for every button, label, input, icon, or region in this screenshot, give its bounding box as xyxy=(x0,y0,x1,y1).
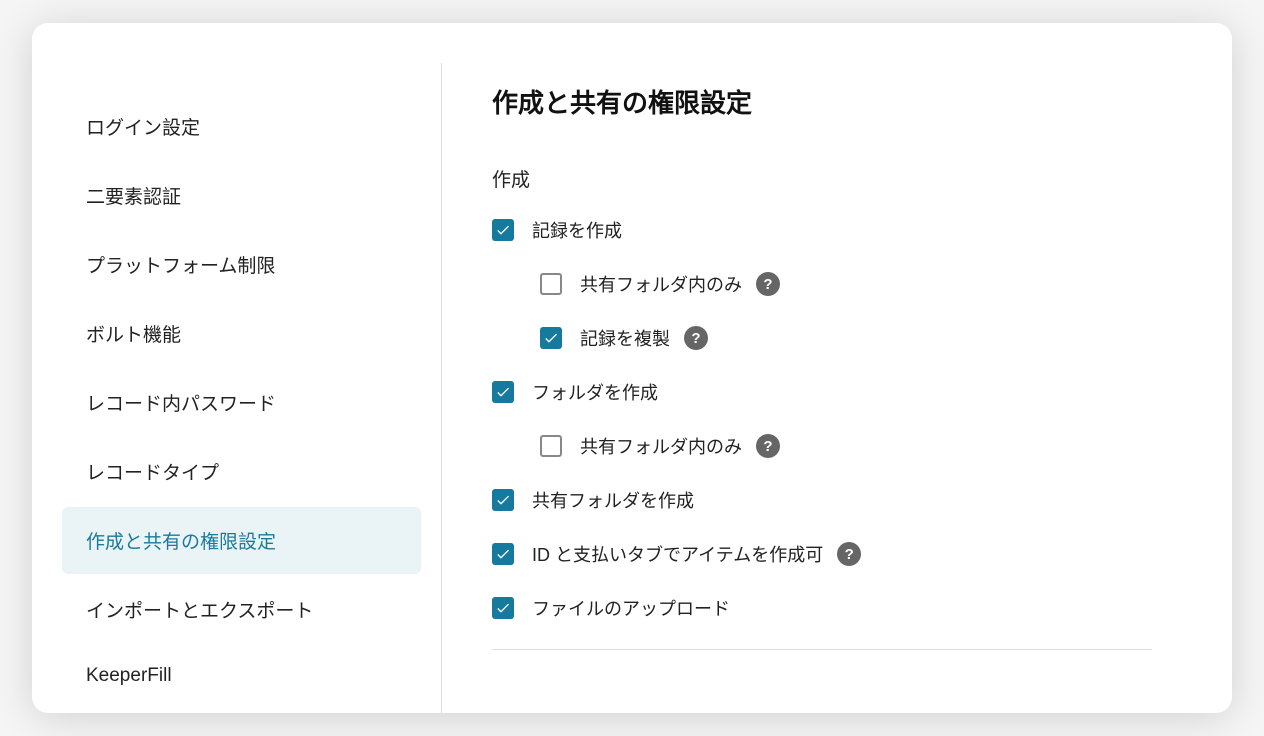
help-icon[interactable]: ? xyxy=(684,326,708,350)
sidebar-item-two-factor[interactable]: 二要素認証 xyxy=(62,162,421,229)
sidebar-item-import-export[interactable]: インポートとエクスポート xyxy=(62,576,421,643)
check-icon xyxy=(495,384,511,400)
sidebar: ログイン設定 二要素認証 プラットフォーム制限 ボルト機能 レコード内パスワード… xyxy=(62,63,442,713)
check-icon xyxy=(495,546,511,562)
option-create-shared-folder: 共有フォルダを作成 xyxy=(492,487,1152,513)
option-create-record: 記録を作成 xyxy=(492,217,1152,243)
page-title: 作成と共有の権限設定 xyxy=(492,83,1152,120)
option-create-id-payment: ID と支払いタブでアイテムを作成可 ? xyxy=(492,541,1152,567)
help-icon[interactable]: ? xyxy=(756,434,780,458)
checkbox-create-record[interactable] xyxy=(492,219,514,241)
check-icon xyxy=(543,330,559,346)
checkbox-shared-folder-only-1[interactable] xyxy=(540,273,562,295)
label-shared-folder-only-2: 共有フォルダ内のみ xyxy=(580,433,742,459)
checkbox-create-folder[interactable] xyxy=(492,381,514,403)
checkbox-create-shared-folder[interactable] xyxy=(492,489,514,511)
checkbox-create-id-payment[interactable] xyxy=(492,543,514,565)
option-shared-folder-only-1: 共有フォルダ内のみ ? xyxy=(540,271,1152,297)
section-label-create: 作成 xyxy=(492,165,1152,192)
label-create-record: 記録を作成 xyxy=(532,217,622,243)
sidebar-item-login-settings[interactable]: ログイン設定 xyxy=(62,93,421,160)
option-shared-folder-only-2: 共有フォルダ内のみ ? xyxy=(540,433,1152,459)
checkbox-file-upload[interactable] xyxy=(492,597,514,619)
check-icon xyxy=(495,600,511,616)
label-create-folder: フォルダを作成 xyxy=(532,379,658,405)
sidebar-item-keeperfill[interactable]: KeeperFill xyxy=(62,645,421,707)
main-content: 作成と共有の権限設定 作成 記録を作成 共有フォルダ内のみ ? 記録を複製 ? … xyxy=(442,63,1202,713)
label-file-upload: ファイルのアップロード xyxy=(532,595,730,621)
help-icon[interactable]: ? xyxy=(756,272,780,296)
sidebar-item-record-password[interactable]: レコード内パスワード xyxy=(62,369,421,436)
label-create-id-payment: ID と支払いタブでアイテムを作成可 xyxy=(532,541,823,567)
check-icon xyxy=(495,222,511,238)
divider xyxy=(492,649,1152,650)
sidebar-item-record-type[interactable]: レコードタイプ xyxy=(62,438,421,505)
check-icon xyxy=(495,492,511,508)
sidebar-item-platform-restrictions[interactable]: プラットフォーム制限 xyxy=(62,231,421,298)
label-create-shared-folder: 共有フォルダを作成 xyxy=(532,487,694,513)
label-duplicate-record: 記録を複製 xyxy=(580,325,670,351)
option-create-folder: フォルダを作成 xyxy=(492,379,1152,405)
settings-panel: ログイン設定 二要素認証 プラットフォーム制限 ボルト機能 レコード内パスワード… xyxy=(32,23,1232,713)
checkbox-duplicate-record[interactable] xyxy=(540,327,562,349)
help-icon[interactable]: ? xyxy=(837,542,861,566)
sidebar-item-create-share-permissions[interactable]: 作成と共有の権限設定 xyxy=(62,507,421,574)
option-duplicate-record: 記録を複製 ? xyxy=(540,325,1152,351)
label-shared-folder-only-1: 共有フォルダ内のみ xyxy=(580,271,742,297)
checkbox-shared-folder-only-2[interactable] xyxy=(540,435,562,457)
sidebar-item-vault-features[interactable]: ボルト機能 xyxy=(62,300,421,367)
option-file-upload: ファイルのアップロード xyxy=(492,595,1152,621)
